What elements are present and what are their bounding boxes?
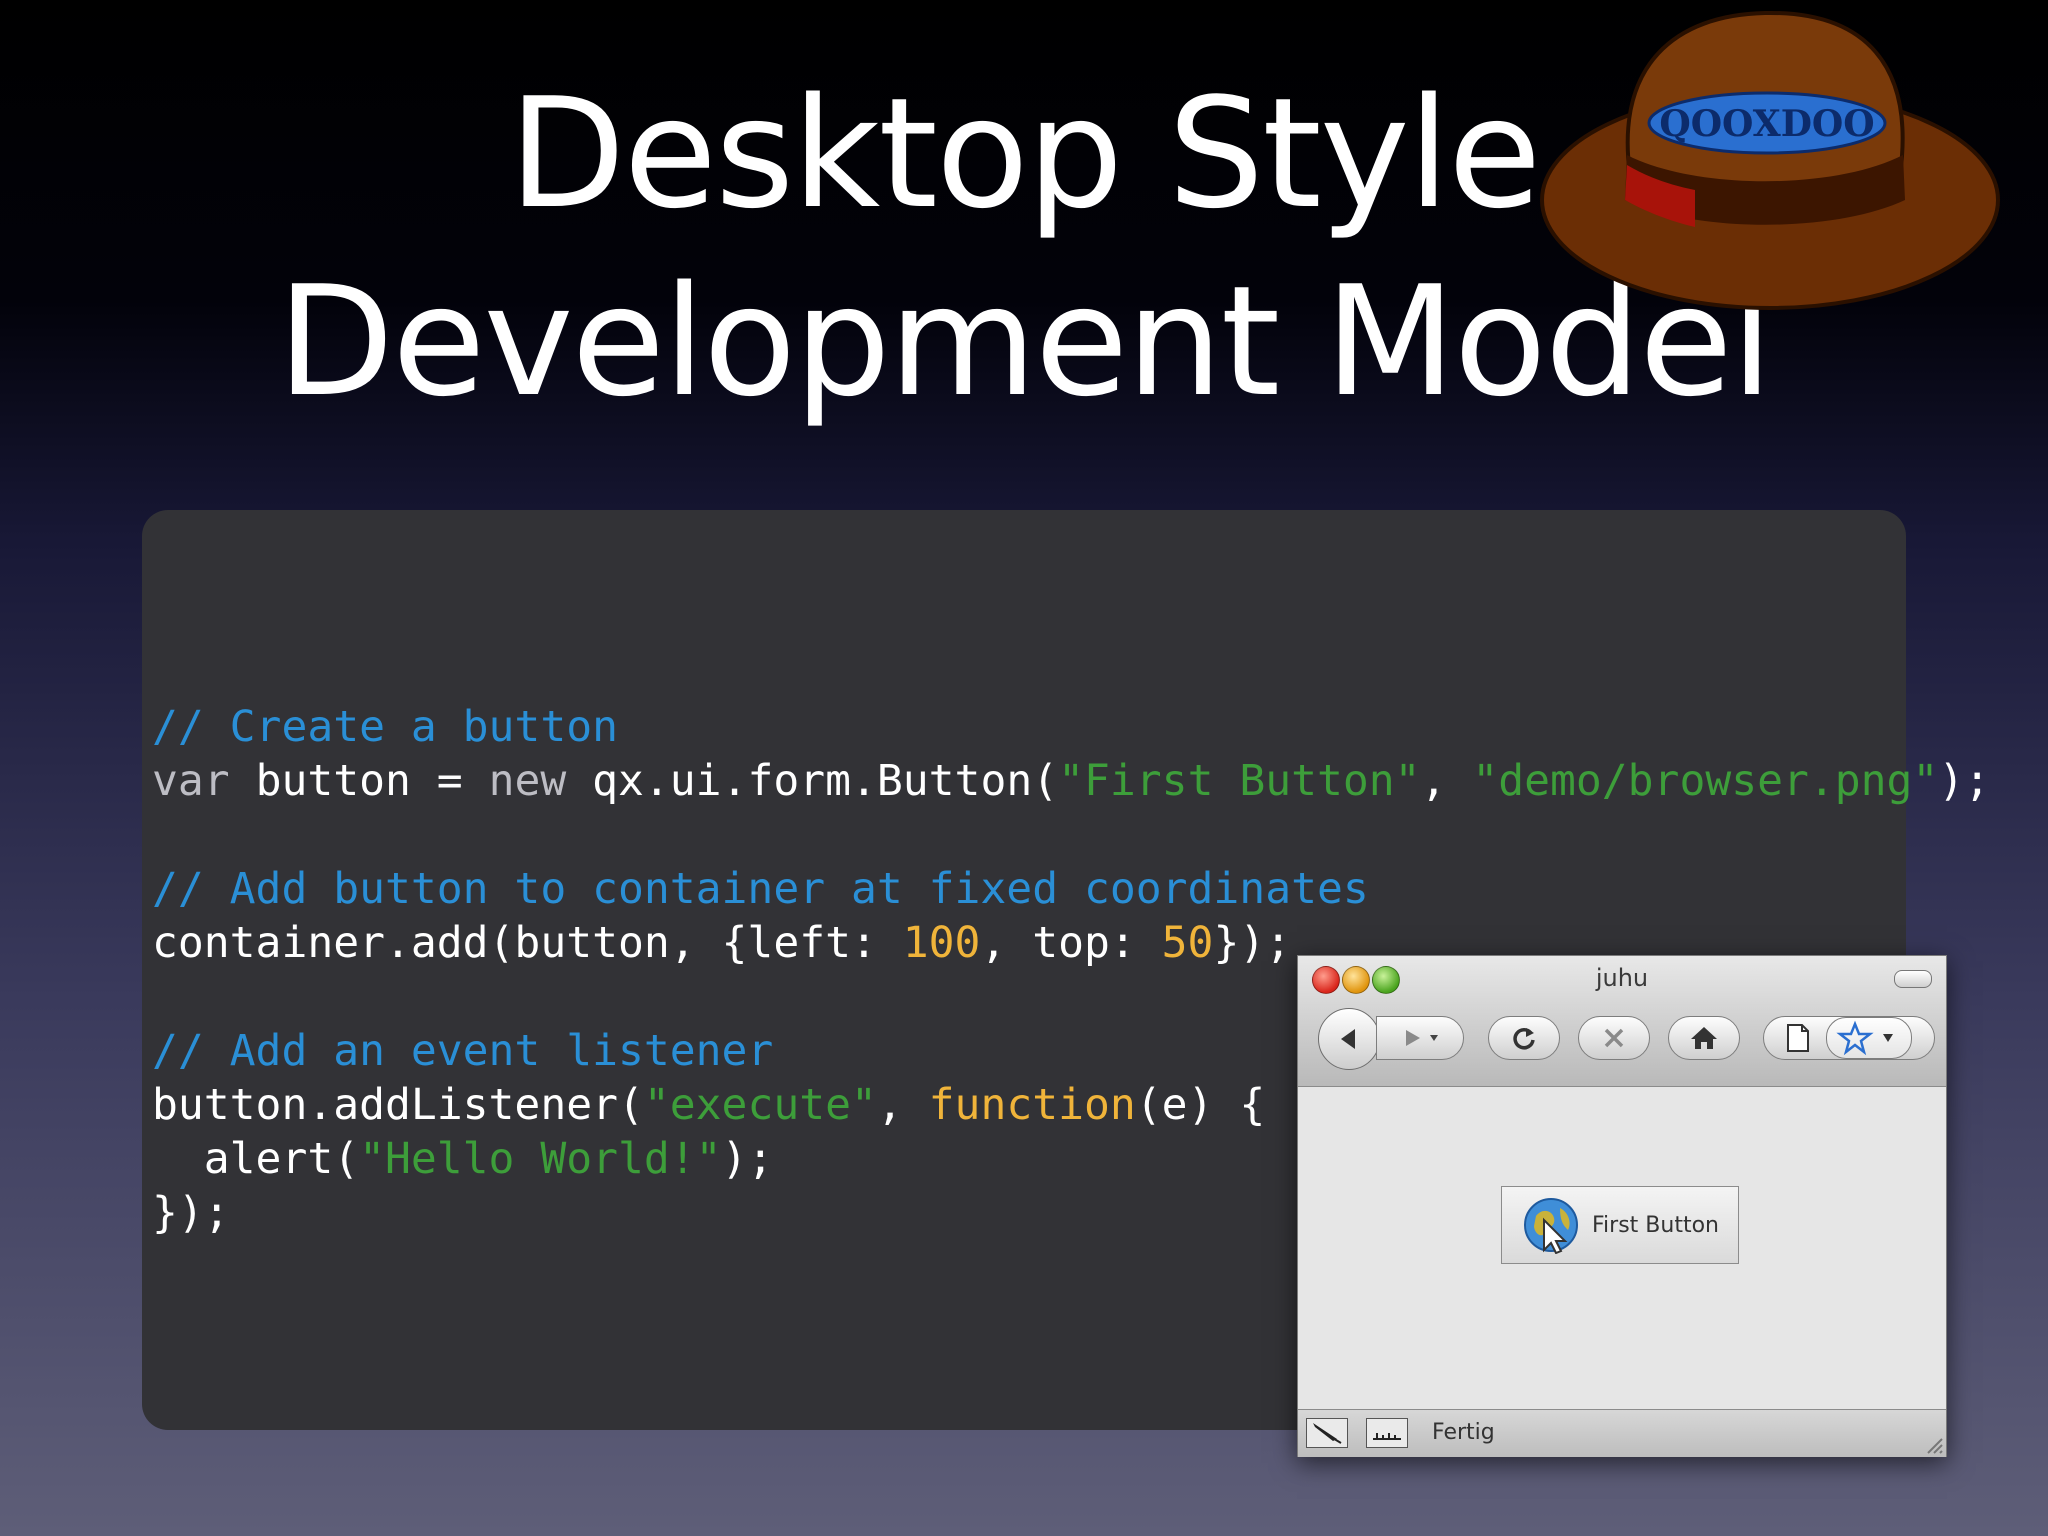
- status-pointer-icon[interactable]: [1306, 1418, 1348, 1448]
- star-icon: [1836, 1020, 1893, 1056]
- browser-statusbar: Fertig: [1298, 1409, 1946, 1457]
- code-comment: // Create a button: [152, 702, 618, 752]
- logo-wordmark: QOOXDOO: [1659, 103, 1874, 145]
- home-icon: [1691, 1027, 1717, 1049]
- code-line-var: var button = new qx.ui.form.Button("Firs…: [152, 756, 1991, 806]
- status-ruler-icon[interactable]: [1366, 1418, 1408, 1448]
- code-comment: // Add button to container at fixed coor…: [152, 864, 1369, 914]
- first-button[interactable]: First Button: [1501, 1186, 1739, 1264]
- forward-button[interactable]: [1376, 1016, 1464, 1060]
- reload-icon: [1513, 1028, 1535, 1050]
- browser-titlebar: juhu: [1298, 956, 1946, 1087]
- home-button[interactable]: [1668, 1016, 1740, 1060]
- resize-grip-icon[interactable]: [1922, 1433, 1944, 1455]
- page-icon: [1787, 1024, 1809, 1052]
- bookmark-star-button[interactable]: [1826, 1017, 1912, 1059]
- back-button[interactable]: [1318, 1008, 1380, 1070]
- forward-arrow-icon: [1406, 1030, 1438, 1046]
- stop-icon: [1604, 1028, 1624, 1048]
- status-text: Fertig: [1432, 1420, 1495, 1445]
- toolbar-toggle-button[interactable]: [1894, 970, 1932, 988]
- globe-cursor-icon: [1524, 1198, 1578, 1254]
- stop-button[interactable]: [1578, 1016, 1650, 1060]
- first-button-label: First Button: [1592, 1212, 1719, 1238]
- back-arrow-icon: [1341, 1029, 1355, 1049]
- bookmark-button-group[interactable]: [1763, 1016, 1935, 1060]
- qooxdoo-hat-logo: QOOXDOO: [1540, 10, 2000, 310]
- reload-button[interactable]: [1488, 1016, 1560, 1060]
- browser-window: juhu First Button Fertig: [1297, 955, 1947, 1457]
- window-title: juhu: [1595, 964, 1649, 992]
